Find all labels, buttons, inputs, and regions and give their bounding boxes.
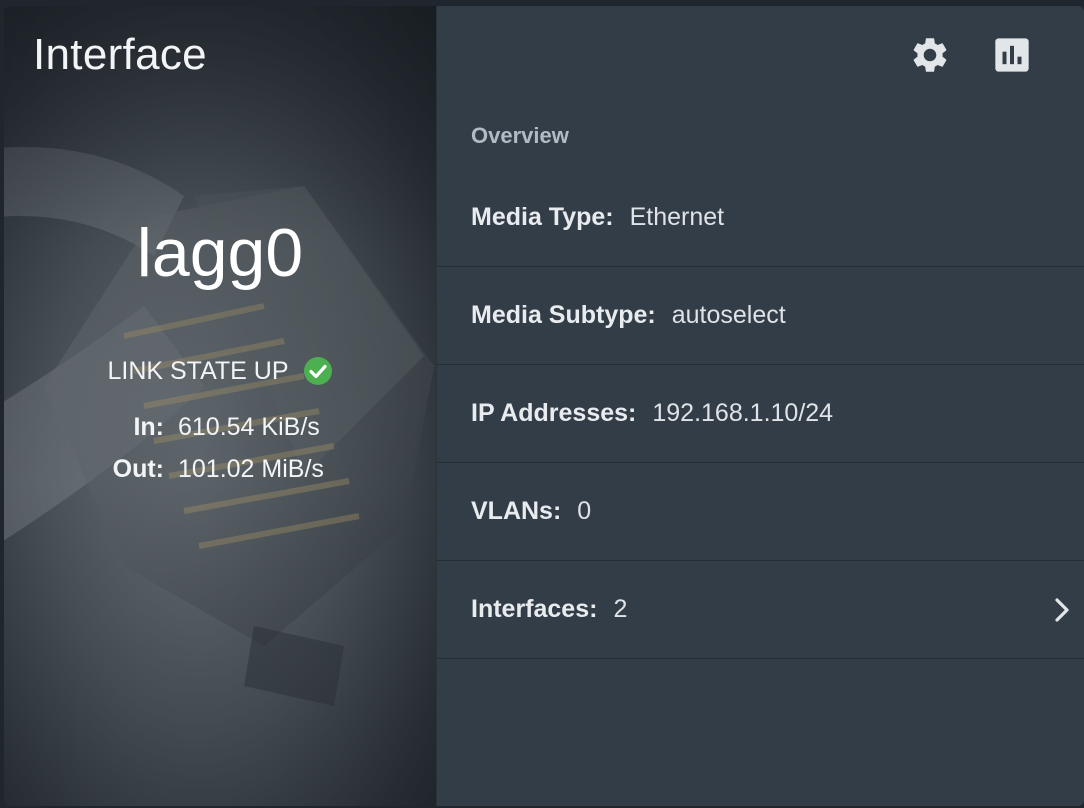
traffic-out-value: 101.02 MiB/s [178, 454, 324, 483]
bar-chart-icon [995, 38, 1029, 72]
link-state-label: LINK STATE UP [107, 356, 289, 385]
item-value: 192.168.1.10/24 [652, 399, 834, 427]
card-title: Interface [33, 30, 207, 79]
interface-details-panel: Overview Media Type: Ethernet Media Subt… [436, 6, 1084, 806]
traffic-out-row: Out: 101.02 MiB/s [96, 448, 396, 490]
overview-item-vlans: VLANs: 0 [437, 463, 1084, 561]
item-value: Ethernet [629, 203, 725, 231]
traffic-in-label: In: [133, 412, 164, 441]
item-value: 2 [613, 595, 628, 623]
check-circle-icon [303, 357, 332, 385]
traffic-in-value: 610.54 KiB/s [178, 412, 320, 441]
overview-item-ip-addresses: IP Addresses: 192.168.1.10/24 [437, 365, 1084, 463]
interface-name: lagg0 [136, 215, 304, 291]
item-label: Media Subtype: [471, 301, 656, 329]
traffic-in-row: In: 610.54 KiB/s [96, 406, 396, 448]
settings-button[interactable] [909, 34, 951, 76]
overview-list: Media Type: Ethernet Media Subtype: auto… [437, 169, 1084, 659]
item-label: IP Addresses: [471, 399, 637, 427]
item-label: Media Type: [471, 203, 614, 231]
chevron-right-icon [1055, 598, 1069, 622]
overview-item-media-type: Media Type: Ethernet [437, 169, 1084, 267]
overview-item-interfaces[interactable]: Interfaces: 2 [437, 561, 1084, 659]
item-label: Interfaces: [471, 595, 598, 623]
stats-button[interactable] [991, 34, 1033, 76]
interface-card: Interface lagg0 LINK STATE UP In: 610.54… [4, 6, 1084, 806]
interface-status-panel: Interface lagg0 LINK STATE UP In: 610.54… [4, 6, 436, 806]
overview-section-title: Overview [471, 123, 569, 148]
overview-item-media-subtype: Media Subtype: autoselect [437, 267, 1084, 365]
link-state: LINK STATE UP [4, 356, 436, 386]
item-value: 0 [577, 497, 592, 525]
card-toolbar [909, 34, 1033, 76]
traffic-stats: In: 610.54 KiB/s Out: 101.02 MiB/s [96, 406, 396, 490]
item-label: VLANs: [471, 497, 562, 525]
traffic-out-label: Out: [112, 454, 164, 483]
item-value: autoselect [671, 301, 786, 329]
gear-icon [913, 38, 947, 72]
